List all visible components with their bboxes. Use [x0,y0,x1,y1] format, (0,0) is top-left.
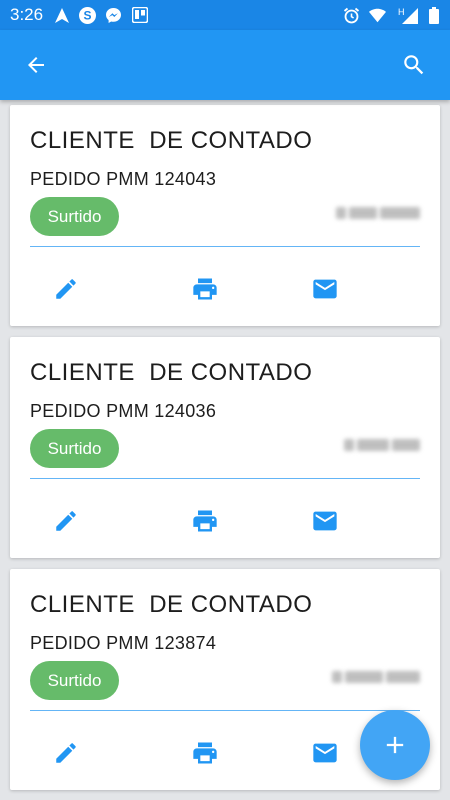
blurred-amount [330,203,420,223]
status-chip: Surtido [30,429,119,468]
blurred-amount [338,435,420,455]
edit-icon [56,743,76,763]
search-icon [404,55,424,75]
mail-icon [313,511,337,531]
order-number: PEDIDO PMM 124043 [30,169,217,189]
divider [30,478,420,479]
status-chip: Surtido [30,197,119,236]
svg-text:S: S [84,8,92,22]
back-button[interactable] [16,45,56,85]
mail-icon [313,743,337,763]
edit-button[interactable] [48,271,84,307]
card-actions [10,271,440,307]
cell-signal-icon: H [395,7,419,24]
blurred-amount [328,667,420,687]
mail-button[interactable] [307,735,343,771]
print-icon [193,510,217,532]
wifi-icon [369,7,386,24]
order-card[interactable]: CLIENTE DE CONTADO PEDIDO PMM 124043 Sur… [10,105,440,326]
print-icon [193,278,217,300]
mail-icon [313,279,337,299]
status-time: 3:26 [10,5,44,24]
mail-button[interactable] [307,271,343,307]
orders-list[interactable]: CLIENTE DE CONTADO PEDIDO PMM 124043 Sur… [0,100,450,800]
divider [30,710,420,711]
system-icons: H [343,6,440,24]
client-name: CLIENTE DE CONTADO [30,591,313,618]
edit-icon [56,511,76,531]
print-button[interactable] [187,503,223,539]
messenger-icon [105,7,122,24]
card-actions [10,503,440,539]
edit-button[interactable] [48,503,84,539]
order-number: PEDIDO PMM 124036 [30,401,217,421]
skype-icon: S [79,6,97,24]
edit-icon [56,279,76,299]
notification-icons: S [53,6,148,24]
divider [30,246,420,247]
order-number: PEDIDO PMM 123874 [30,633,217,653]
add-icon [386,736,404,754]
status-bar: 3:26 S H [0,0,450,30]
alarm-icon [343,7,360,24]
network-type-label: H [398,7,405,17]
app-bar [0,30,450,100]
status-chip: Surtido [30,661,119,700]
print-icon [193,742,217,764]
mail-button[interactable] [307,503,343,539]
battery-icon [428,6,440,24]
client-name: CLIENTE DE CONTADO [30,127,313,154]
client-name: CLIENTE DE CONTADO [30,359,313,386]
add-order-button[interactable] [360,710,430,780]
search-button[interactable] [394,45,434,85]
edit-button[interactable] [48,735,84,771]
trello-icon [131,7,148,24]
print-button[interactable] [187,271,223,307]
arrow-back-icon [28,57,44,73]
print-button[interactable] [187,735,223,771]
navigation-arrow-icon [53,7,70,24]
order-card[interactable]: CLIENTE DE CONTADO PEDIDO PMM 124036 Sur… [10,337,440,558]
